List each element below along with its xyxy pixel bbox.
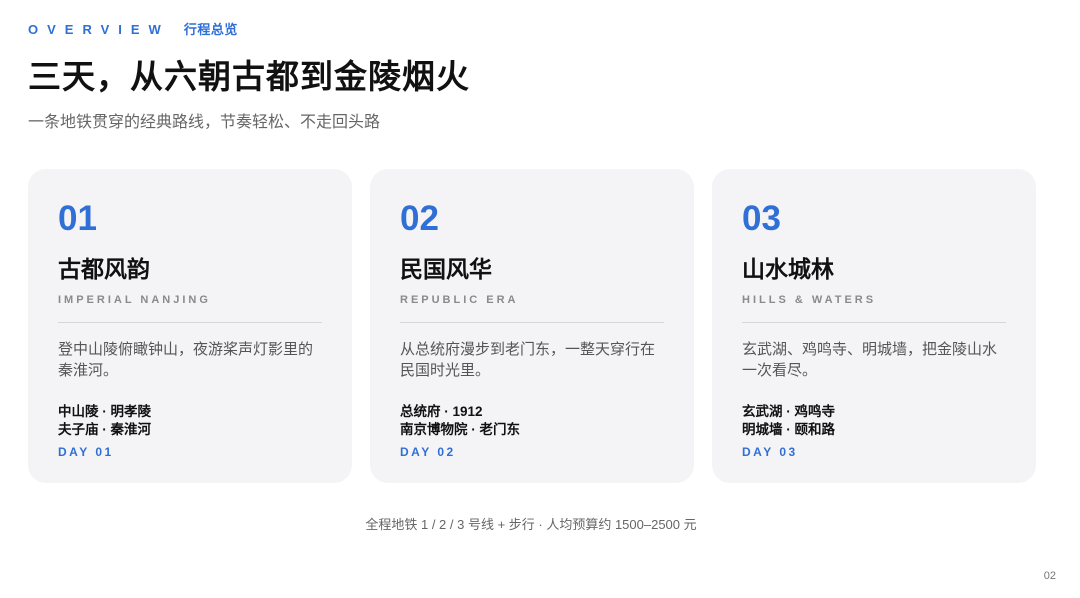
card-spots: 玄武湖 · 鸡鸣寺 明城墙 · 颐和路 bbox=[742, 403, 1006, 439]
card-description: 玄武湖、鸡鸣寺、明城墙，把金陵山水一次看尽。 bbox=[742, 341, 998, 379]
day-card-1: 01 古都风韵 IMPERIAL NANJING 登中山陵俯瞰钟山，夜游桨声灯影… bbox=[28, 169, 352, 483]
spot-line: 夫子庙 · 秦淮河 bbox=[58, 422, 151, 437]
eyebrow-en: OVERVIEW bbox=[28, 22, 170, 37]
page-title: 三天，从六朝古都到金陵烟火 bbox=[28, 58, 470, 95]
card-divider bbox=[400, 322, 664, 323]
card-title: 古都风韵 bbox=[58, 256, 150, 282]
card-title: 山水城林 bbox=[742, 256, 834, 282]
spot-line: 中山陵 · 明孝陵 bbox=[58, 404, 151, 419]
spot-line: 玄武湖 · 鸡鸣寺 bbox=[742, 404, 835, 419]
footer-note: 全程地铁 1 / 2 / 3 号线 + 步行 · 人均预算约 1500–2500… bbox=[365, 517, 697, 532]
eyebrow: OVERVIEW 行程总览 bbox=[28, 19, 238, 38]
page-number: 02 bbox=[1043, 570, 1056, 582]
card-subtitle-en: IMPERIAL NANJING bbox=[58, 294, 211, 306]
card-divider bbox=[58, 322, 322, 323]
spot-line: 总统府 · 1912 bbox=[400, 404, 483, 419]
card-spots: 总统府 · 1912 南京博物院 · 老门东 bbox=[400, 403, 664, 439]
day-card-3: 03 山水城林 HILLS & WATERS 玄武湖、鸡鸣寺、明城墙，把金陵山水… bbox=[712, 169, 1036, 483]
card-number: 03 bbox=[742, 199, 781, 238]
card-day-label: DAY 01 bbox=[58, 445, 114, 459]
card-day-label: DAY 02 bbox=[400, 445, 456, 459]
card-subtitle-en: HILLS & WATERS bbox=[742, 294, 877, 306]
card-day-label: DAY 03 bbox=[742, 445, 798, 459]
card-number: 01 bbox=[58, 199, 97, 238]
day-card-2: 02 民国风华 REPUBLIC ERA 从总统府漫步到老门东，一整天穿行在民国… bbox=[370, 169, 694, 483]
card-spots: 中山陵 · 明孝陵 夫子庙 · 秦淮河 bbox=[58, 403, 322, 439]
card-description: 登中山陵俯瞰钟山，夜游桨声灯影里的秦淮河。 bbox=[58, 341, 314, 379]
spot-line: 明城墙 · 颐和路 bbox=[742, 422, 835, 437]
card-subtitle-en: REPUBLIC ERA bbox=[400, 294, 519, 306]
eyebrow-cn: 行程总览 bbox=[183, 22, 238, 37]
day-cards: 01 古都风韵 IMPERIAL NANJING 登中山陵俯瞰钟山，夜游桨声灯影… bbox=[28, 169, 1036, 483]
spot-line: 南京博物院 · 老门东 bbox=[400, 422, 520, 437]
card-divider bbox=[742, 322, 1006, 323]
card-number: 02 bbox=[400, 199, 439, 238]
card-title: 民国风华 bbox=[400, 256, 492, 282]
page-subtitle: 一条地铁贯穿的经典路线，节奏轻松、不走回头路 bbox=[28, 114, 381, 131]
slide: OVERVIEW 行程总览 三天，从六朝古都到金陵烟火 一条地铁贯穿的经典路线，… bbox=[0, 0, 1080, 598]
card-description: 从总统府漫步到老门东，一整天穿行在民国时光里。 bbox=[400, 341, 656, 379]
